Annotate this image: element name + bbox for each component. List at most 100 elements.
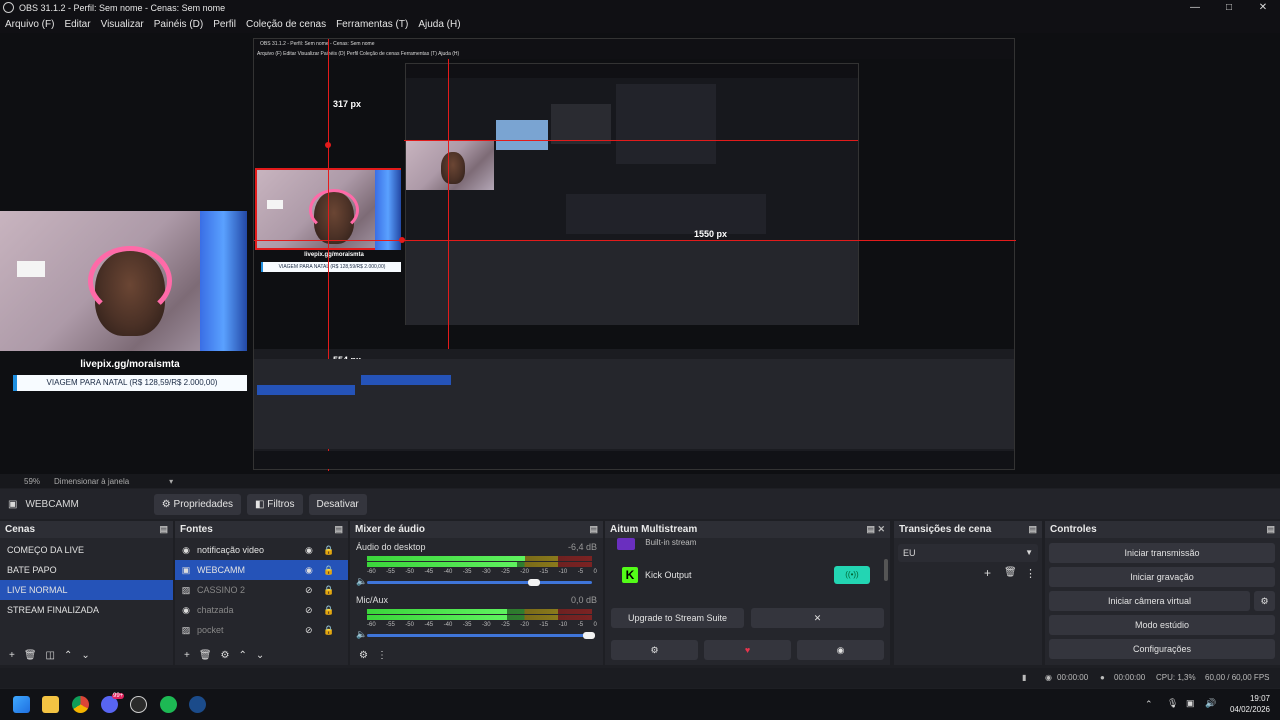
mixer-advanced-icon[interactable]: ⚙ (359, 650, 368, 661)
dock-menu-icon[interactable]: ▤ (1266, 524, 1275, 535)
studio-mode-button[interactable]: Modo estúdio (1049, 615, 1275, 635)
volume-slider[interactable] (367, 634, 592, 637)
scene-item[interactable]: BATE PAPO (0, 560, 173, 580)
move-down-icon[interactable]: ⌄ (81, 650, 89, 661)
chrome-icon[interactable] (72, 696, 89, 713)
eye-hidden-icon[interactable]: ⊘ (305, 605, 313, 616)
volume-knob[interactable] (528, 579, 540, 586)
channel-db: -6,4 dB (567, 542, 597, 552)
menu-tools[interactable]: Ferramentas (T) (331, 19, 413, 30)
stream-indicator-icon: ◉ (1045, 673, 1052, 682)
transition-select[interactable]: EU ▼ (898, 544, 1038, 562)
scene-item[interactable]: COMEÇO DA LIVE (0, 540, 173, 560)
source-item[interactable]: ◉ chatzada ⊘ 🔒 (175, 600, 348, 620)
transitions-title: Transições de cena (899, 524, 992, 535)
menu-file[interactable]: Arquivo (F) (0, 19, 59, 30)
disable-button[interactable]: Desativar (308, 493, 367, 515)
mixer-title: Mixer de áudio (355, 524, 426, 535)
windows-start-icon[interactable] (13, 696, 30, 713)
sources-title: Fontes (180, 524, 213, 535)
transition-menu-icon[interactable]: ⋮ (1025, 567, 1036, 580)
add-source-icon[interactable]: + (184, 650, 190, 661)
support-button[interactable]: ♥ (704, 640, 791, 660)
preview-canvas[interactable]: livepix.gg/moraismta VIAGEM PARA NATAL (… (0, 33, 1280, 474)
source-item[interactable]: ◉ notificação video ◉ 🔒 (175, 540, 348, 560)
webcam-feed[interactable] (0, 211, 247, 351)
move-up-icon[interactable]: ⌃ (239, 650, 247, 661)
lock-icon[interactable]: 🔒 (323, 625, 334, 636)
dock-menu-icon[interactable]: ▤ (1028, 524, 1037, 535)
lock-icon[interactable]: 🔒 (323, 545, 334, 556)
spotify-icon[interactable] (160, 696, 177, 713)
menu-profile[interactable]: Perfil (208, 19, 241, 30)
volume-icon[interactable]: 🔊 (1205, 698, 1216, 709)
source-settings-icon[interactable]: ⚙ (221, 650, 230, 661)
discord-badge: 99+ (112, 693, 125, 699)
scenes-title: Cenas (5, 524, 36, 535)
dock-close-icon[interactable]: ▤ ✕ (866, 524, 885, 535)
volume-slider[interactable] (367, 581, 592, 584)
scene-filters-icon[interactable]: ◫ (46, 650, 55, 661)
upgrade-button[interactable]: Upgrade to Stream Suite (611, 608, 744, 628)
add-transition-icon[interactable]: + (984, 566, 991, 580)
maximize-button[interactable]: □ (1212, 0, 1246, 15)
clock[interactable]: 19:07 04/02/2026 (1230, 693, 1270, 715)
dock-menu-icon[interactable]: ▤ (589, 524, 598, 535)
start-virtual-camera-button[interactable]: Iniciar câmera virtual (1049, 591, 1250, 611)
menu-view[interactable]: Visualizar (96, 19, 149, 30)
virtual-camera-settings-button[interactable]: ⚙ (1254, 591, 1275, 611)
volume-knob[interactable] (583, 632, 595, 639)
speaker-icon[interactable]: 🔈 (356, 629, 367, 640)
menu-scene-collection[interactable]: Coleção de cenas (241, 19, 331, 30)
scene-item[interactable]: STREAM FINALIZADA (0, 600, 173, 620)
audio-mixer-dock: Mixer de áudio ▤ Áudio do desktop -6,4 dB… (350, 521, 603, 665)
network-icon[interactable]: ▣ (1186, 698, 1195, 709)
settings-button[interactable]: Configurações (1049, 639, 1275, 659)
eye-hidden-icon[interactable]: ⊘ (305, 585, 313, 596)
menu-edit[interactable]: Editar (59, 19, 95, 30)
move-down-icon[interactable]: ⌄ (256, 650, 264, 661)
minimize-button[interactable]: — (1178, 0, 1212, 15)
dismiss-upgrade-button[interactable]: ✕ (751, 608, 884, 628)
multistream-settings-button[interactable]: ⚙ (611, 640, 698, 660)
lock-icon[interactable]: 🔒 (323, 605, 334, 616)
lock-icon[interactable]: 🔒 (323, 565, 334, 576)
close-button[interactable]: ✕ (1246, 0, 1280, 15)
move-up-icon[interactable]: ⌃ (64, 650, 72, 661)
menu-help[interactable]: Ajuda (H) (413, 19, 465, 30)
steam-icon[interactable] (189, 696, 206, 713)
preview-zoom[interactable]: 59% (24, 477, 40, 486)
dock-menu-icon[interactable]: ▤ (159, 524, 168, 535)
dock-menu-icon[interactable]: ▤ (334, 524, 343, 535)
remove-transition-icon[interactable]: 🗑 (1004, 567, 1017, 578)
speaker-icon[interactable]: 🔈 (356, 576, 367, 587)
filters-button[interactable]: ◧ Filtros (247, 493, 303, 515)
source-item[interactable]: ▨ CASSINO 2 ⊘ 🔒 (175, 580, 348, 600)
mic-icon[interactable]: 🎙 (1167, 698, 1178, 709)
camera-icon: ▣ (8, 498, 18, 510)
scale-dropdown-icon[interactable]: ▾ (169, 477, 173, 486)
filter-icon: ◧ (255, 498, 268, 510)
scene-item-selected[interactable]: LIVE NORMAL (0, 580, 173, 600)
file-explorer-icon[interactable] (42, 696, 59, 713)
lock-icon[interactable]: 🔒 (323, 585, 334, 596)
scrollbar[interactable] (884, 559, 888, 581)
add-scene-icon[interactable]: + (9, 650, 15, 661)
mixer-menu-icon[interactable]: ⋮ (377, 650, 387, 661)
eye-hidden-icon[interactable]: ⊘ (305, 625, 313, 636)
preview-scale-mode[interactable]: Dimensionar à janela (54, 477, 129, 486)
obs-icon[interactable] (130, 696, 147, 713)
source-item-selected[interactable]: ▣ WEBCAMM ◉ 🔒 (175, 560, 348, 580)
eye-icon[interactable]: ◉ (305, 565, 313, 576)
discord-button[interactable]: ◉ (797, 640, 884, 660)
start-recording-button[interactable]: Iniciar gravação (1049, 567, 1275, 587)
source-item[interactable]: ▨ pocket ⊘ 🔒 (175, 620, 348, 640)
kick-live-toggle[interactable]: ((•)) (834, 566, 870, 584)
eye-icon[interactable]: ◉ (305, 545, 313, 556)
remove-source-icon[interactable]: 🗑 (199, 650, 212, 661)
properties-button[interactable]: ⚙ Propriedades (153, 493, 242, 515)
tray-chevron-icon[interactable]: ⌃ (1145, 699, 1153, 710)
remove-scene-icon[interactable]: 🗑 (24, 650, 37, 661)
start-streaming-button[interactable]: Iniciar transmissão (1049, 543, 1275, 563)
menu-docks[interactable]: Painéis (D) (149, 19, 208, 30)
